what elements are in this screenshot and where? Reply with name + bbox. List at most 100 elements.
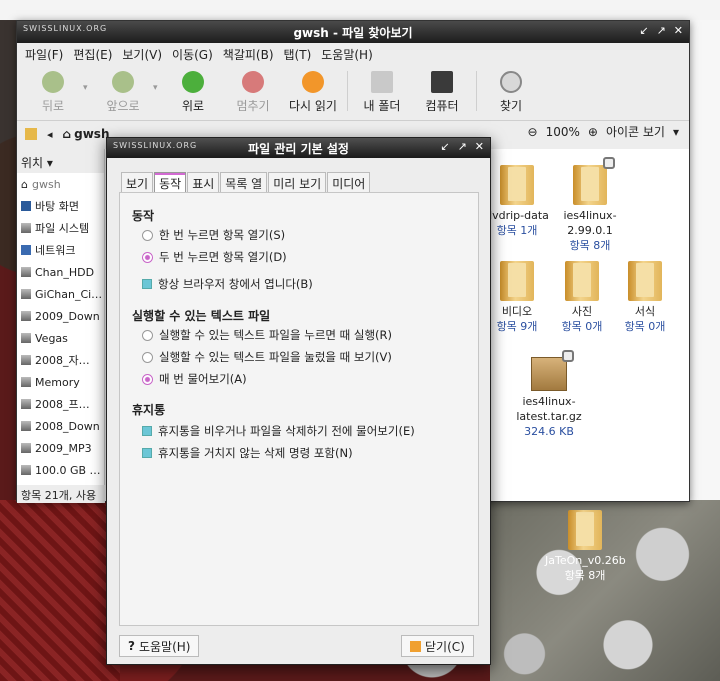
sidebar-item-network[interactable]: 네트워크 bbox=[17, 239, 104, 261]
status-bar: 항목 21개, 사용 bbox=[17, 485, 105, 503]
search-button[interactable]: 찾기 bbox=[481, 71, 541, 114]
up-arrow-icon bbox=[182, 71, 204, 93]
run-exec-radio[interactable]: 실행할 수 있는 텍스트 파일을 누르면 때 실행(R) bbox=[142, 327, 392, 343]
lock-icon bbox=[562, 350, 574, 362]
always-browser-checkbox[interactable]: 항상 브라우저 창에서 엽니다(B) bbox=[142, 276, 313, 292]
menu-tabs[interactable]: 탭(T) bbox=[284, 46, 312, 63]
edit-location-icon[interactable] bbox=[25, 128, 37, 140]
sidebar-item-filesystem[interactable]: 파일 시스템 bbox=[17, 217, 104, 239]
breadcrumb[interactable]: ⌂ gwsh bbox=[63, 127, 110, 141]
desktop-icon-jateon[interactable]: JaTeOn_v0.26b 항목 8개 bbox=[545, 510, 626, 583]
desktop-icon-meta: 항목 8개 bbox=[564, 569, 606, 582]
tab-media[interactable]: 미디어 bbox=[327, 172, 371, 194]
menu-file[interactable]: 파일(F) bbox=[25, 46, 63, 63]
file-item[interactable]: ies4linux-2.99.0.1 항목 8개 bbox=[550, 157, 630, 253]
section-trash: 휴지통 bbox=[132, 403, 166, 417]
drive-icon bbox=[21, 421, 31, 431]
stop-button[interactable]: 멈추기 bbox=[223, 71, 283, 114]
desktop-icon-name: JaTeOn_v0.26b bbox=[545, 554, 626, 567]
sidebar-header[interactable]: 위치 ▾ bbox=[17, 149, 104, 173]
double-click-radio[interactable]: 두 번 누르면 항목 열기(D) bbox=[142, 249, 287, 265]
sidebar-item-drive[interactable]: Chan_HDD bbox=[17, 261, 104, 283]
desktop-icon bbox=[21, 201, 31, 211]
computer-button[interactable]: 컴퓨터 bbox=[412, 71, 472, 114]
menu-help[interactable]: 도움말(H) bbox=[321, 46, 373, 63]
menu-bookmarks[interactable]: 책갈피(B) bbox=[223, 46, 274, 63]
drive-icon bbox=[21, 311, 31, 321]
sidebar: 위치 ▾ ⌂ gwsh 바탕 화면 파일 시스템 네트워크 Chan_HDD Gi… bbox=[17, 149, 105, 503]
sidebar-item-drive[interactable]: 2009_Down bbox=[17, 305, 104, 327]
sidebar-item-drive[interactable]: 2008_자… bbox=[17, 349, 104, 371]
close-icon[interactable]: ✕ bbox=[674, 24, 683, 37]
help-icon: ? bbox=[128, 639, 135, 653]
sidebar-item-drive[interactable]: GiChan_Ci… bbox=[17, 283, 104, 305]
forward-button[interactable]: 앞으로 bbox=[93, 71, 153, 114]
drive-icon bbox=[21, 443, 31, 453]
zoom-in-icon[interactable]: ⊕ bbox=[588, 125, 598, 139]
home-button[interactable]: 내 폴더 bbox=[352, 71, 412, 114]
breadcrumb-left-icon[interactable]: ◂ bbox=[47, 128, 53, 141]
close-icon bbox=[410, 640, 421, 652]
reload-button[interactable]: 다시 읽기 bbox=[283, 71, 343, 114]
behavior-panel: 동작 한 번 누르면 항목 열기(S) 두 번 누르면 항목 열기(D) 항상 … bbox=[119, 192, 479, 626]
sidebar-item-drive[interactable]: 2009_MP3 bbox=[17, 437, 104, 459]
sidebar-item-gwsh[interactable]: ⌂ gwsh bbox=[17, 173, 104, 195]
drive-icon bbox=[21, 465, 31, 475]
chevron-down-icon[interactable]: ▾ bbox=[673, 125, 679, 139]
ask-trash-checkbox[interactable]: 휴지통을 비우거나 파일을 삭제하기 전에 물어보기(E) bbox=[142, 423, 415, 439]
help-button[interactable]: ? 도움말(H) bbox=[119, 635, 200, 657]
radio-indicator bbox=[142, 373, 153, 385]
window-titlebar[interactable]: SWISSLINUX.ORG gwsh - 파일 찾아보기 ↙ ↗ ✕ bbox=[17, 21, 689, 43]
menu-view[interactable]: 보기(V) bbox=[122, 46, 162, 63]
tab-display[interactable]: 표시 bbox=[187, 172, 220, 194]
radio-indicator bbox=[142, 329, 153, 341]
single-click-radio[interactable]: 한 번 누르면 항목 열기(S) bbox=[142, 227, 285, 243]
forward-arrow-icon bbox=[112, 71, 134, 93]
lock-icon bbox=[603, 157, 615, 169]
view-mode-select[interactable]: 아이콘 보기 bbox=[606, 123, 665, 140]
sidebar-item-desktop[interactable]: 바탕 화면 bbox=[17, 195, 104, 217]
minimize-icon[interactable]: ↙ bbox=[639, 24, 648, 37]
search-icon bbox=[500, 71, 522, 93]
dialog-titlebar[interactable]: SWISSLINUX.ORG 파일 관리 기본 설정 ↙ ↗ ✕ bbox=[107, 138, 490, 158]
radio-indicator bbox=[142, 229, 153, 241]
zoom-out-icon[interactable]: ⊖ bbox=[528, 125, 538, 139]
tab-view[interactable]: 보기 bbox=[121, 172, 154, 194]
back-history-dropdown[interactable]: ▾ bbox=[83, 71, 93, 93]
maximize-icon[interactable]: ↗ bbox=[657, 24, 666, 37]
view-exec-radio[interactable]: 실행할 수 있는 텍스트 파일을 눌렀을 때 보기(V) bbox=[142, 349, 392, 365]
radio-indicator bbox=[142, 351, 153, 363]
sidebar-item-drive[interactable]: Vegas bbox=[17, 327, 104, 349]
tab-preview[interactable]: 미리 보기 bbox=[268, 172, 327, 194]
close-button[interactable]: 닫기(C) bbox=[401, 635, 474, 657]
close-icon[interactable]: ✕ bbox=[475, 140, 484, 153]
back-arrow-icon bbox=[42, 71, 64, 93]
up-button[interactable]: 위로 bbox=[163, 71, 223, 114]
tab-behavior[interactable]: 동작 bbox=[154, 172, 187, 194]
back-button[interactable]: 뒤로 bbox=[23, 71, 83, 114]
toolbar-separator bbox=[347, 71, 348, 111]
file-item[interactable]: ies4linux-latest.tar.gz 324.6 KB bbox=[509, 350, 589, 439]
computer-icon bbox=[431, 71, 453, 93]
menu-edit[interactable]: 편집(E) bbox=[73, 46, 112, 63]
drive-icon bbox=[21, 355, 31, 365]
maximize-icon[interactable]: ↗ bbox=[458, 140, 467, 153]
folder-icon bbox=[568, 510, 602, 550]
window-brand: SWISSLINUX.ORG bbox=[23, 24, 108, 33]
include-delete-checkbox[interactable]: 휴지통을 거치지 않는 삭제 명령 포함(N) bbox=[142, 445, 353, 461]
radio-indicator bbox=[142, 251, 153, 263]
file-item[interactable]: 서식 항목 0개 bbox=[605, 261, 685, 334]
sidebar-item-drive[interactable]: Memory bbox=[17, 371, 104, 393]
forward-history-dropdown[interactable]: ▾ bbox=[153, 71, 163, 93]
tab-bar: 보기 동작 표시 목록 열 미리 보기 미디어 bbox=[107, 172, 490, 194]
network-icon bbox=[21, 245, 31, 255]
minimize-icon[interactable]: ↙ bbox=[440, 140, 449, 153]
ask-exec-radio[interactable]: 매 번 물어보기(A) bbox=[142, 371, 247, 387]
sidebar-item-drive[interactable]: 2008_프… bbox=[17, 393, 104, 415]
sidebar-item-drive[interactable]: 2008_Down bbox=[17, 415, 104, 437]
tab-list-columns[interactable]: 목록 열 bbox=[220, 172, 268, 194]
section-executable: 실행할 수 있는 텍스트 파일 bbox=[132, 309, 271, 323]
sidebar-item-drive[interactable]: 100.0 GB … bbox=[17, 459, 104, 481]
drive-icon bbox=[21, 399, 31, 409]
menu-go[interactable]: 이동(G) bbox=[172, 46, 213, 63]
